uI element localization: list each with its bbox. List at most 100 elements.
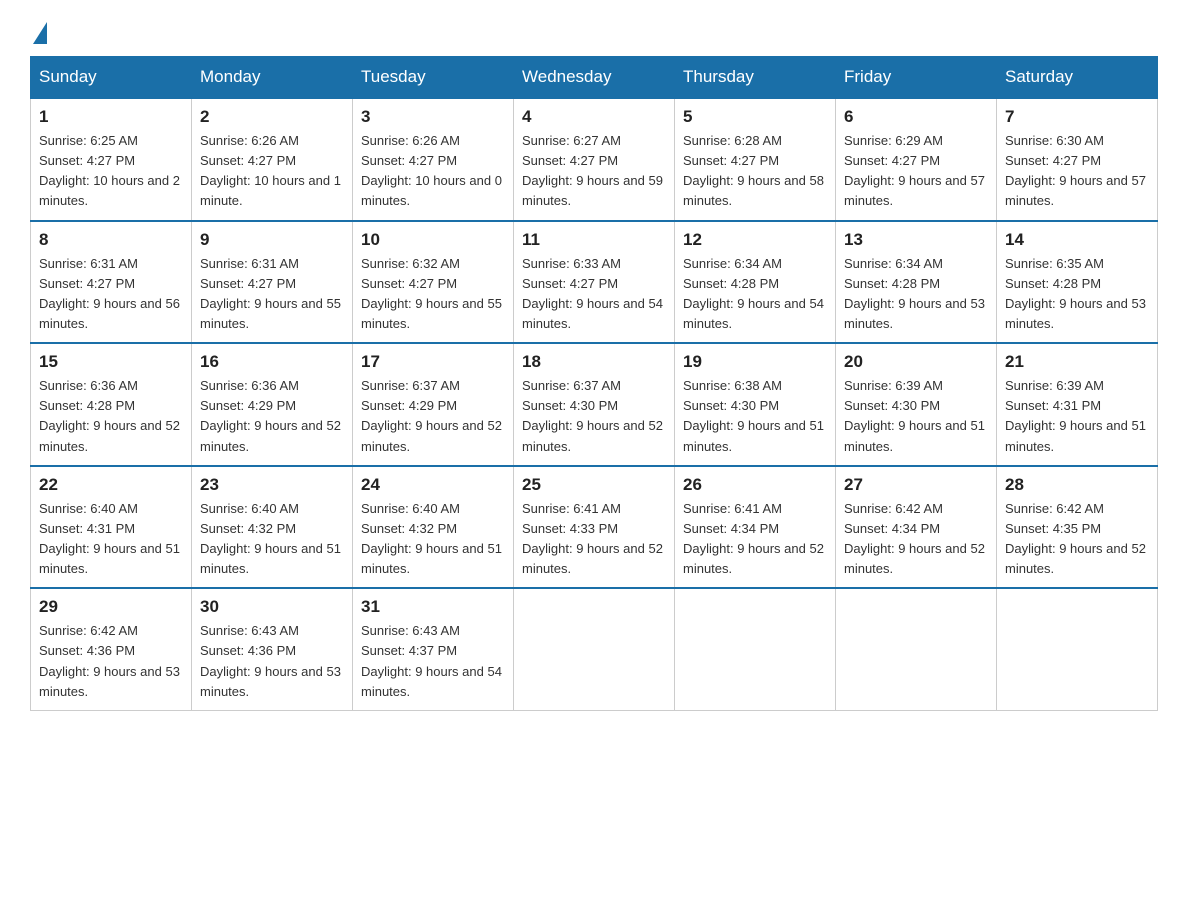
calendar-cell: 11 Sunrise: 6:33 AM Sunset: 4:27 PM Dayl… xyxy=(514,221,675,344)
day-info: Sunrise: 6:34 AM Sunset: 4:28 PM Dayligh… xyxy=(844,254,988,335)
day-info: Sunrise: 6:42 AM Sunset: 4:35 PM Dayligh… xyxy=(1005,499,1149,580)
day-number: 21 xyxy=(1005,352,1149,372)
calendar-cell: 4 Sunrise: 6:27 AM Sunset: 4:27 PM Dayli… xyxy=(514,98,675,221)
day-number: 6 xyxy=(844,107,988,127)
calendar-cell: 9 Sunrise: 6:31 AM Sunset: 4:27 PM Dayli… xyxy=(192,221,353,344)
day-info: Sunrise: 6:39 AM Sunset: 4:31 PM Dayligh… xyxy=(1005,376,1149,457)
calendar-cell: 26 Sunrise: 6:41 AM Sunset: 4:34 PM Dayl… xyxy=(675,466,836,589)
calendar-cell: 20 Sunrise: 6:39 AM Sunset: 4:30 PM Dayl… xyxy=(836,343,997,466)
calendar-cell: 13 Sunrise: 6:34 AM Sunset: 4:28 PM Dayl… xyxy=(836,221,997,344)
day-info: Sunrise: 6:42 AM Sunset: 4:34 PM Dayligh… xyxy=(844,499,988,580)
day-info: Sunrise: 6:36 AM Sunset: 4:29 PM Dayligh… xyxy=(200,376,344,457)
day-info: Sunrise: 6:27 AM Sunset: 4:27 PM Dayligh… xyxy=(522,131,666,212)
calendar-cell: 14 Sunrise: 6:35 AM Sunset: 4:28 PM Dayl… xyxy=(997,221,1158,344)
day-number: 1 xyxy=(39,107,183,127)
calendar-week-row: 22 Sunrise: 6:40 AM Sunset: 4:31 PM Dayl… xyxy=(31,466,1158,589)
day-info: Sunrise: 6:37 AM Sunset: 4:29 PM Dayligh… xyxy=(361,376,505,457)
logo-triangle-icon xyxy=(33,22,47,44)
calendar-cell xyxy=(836,588,997,710)
calendar-cell: 21 Sunrise: 6:39 AM Sunset: 4:31 PM Dayl… xyxy=(997,343,1158,466)
calendar-cell: 19 Sunrise: 6:38 AM Sunset: 4:30 PM Dayl… xyxy=(675,343,836,466)
day-info: Sunrise: 6:41 AM Sunset: 4:33 PM Dayligh… xyxy=(522,499,666,580)
day-info: Sunrise: 6:40 AM Sunset: 4:32 PM Dayligh… xyxy=(200,499,344,580)
calendar-cell: 24 Sunrise: 6:40 AM Sunset: 4:32 PM Dayl… xyxy=(353,466,514,589)
day-info: Sunrise: 6:36 AM Sunset: 4:28 PM Dayligh… xyxy=(39,376,183,457)
calendar-cell: 22 Sunrise: 6:40 AM Sunset: 4:31 PM Dayl… xyxy=(31,466,192,589)
calendar-header-monday: Monday xyxy=(192,57,353,99)
day-info: Sunrise: 6:35 AM Sunset: 4:28 PM Dayligh… xyxy=(1005,254,1149,335)
day-info: Sunrise: 6:33 AM Sunset: 4:27 PM Dayligh… xyxy=(522,254,666,335)
day-info: Sunrise: 6:39 AM Sunset: 4:30 PM Dayligh… xyxy=(844,376,988,457)
calendar-cell: 17 Sunrise: 6:37 AM Sunset: 4:29 PM Dayl… xyxy=(353,343,514,466)
day-info: Sunrise: 6:29 AM Sunset: 4:27 PM Dayligh… xyxy=(844,131,988,212)
day-number: 5 xyxy=(683,107,827,127)
day-number: 12 xyxy=(683,230,827,250)
day-number: 9 xyxy=(200,230,344,250)
calendar-cell: 2 Sunrise: 6:26 AM Sunset: 4:27 PM Dayli… xyxy=(192,98,353,221)
day-info: Sunrise: 6:43 AM Sunset: 4:37 PM Dayligh… xyxy=(361,621,505,702)
logo xyxy=(30,20,47,36)
calendar-cell: 27 Sunrise: 6:42 AM Sunset: 4:34 PM Dayl… xyxy=(836,466,997,589)
day-number: 19 xyxy=(683,352,827,372)
calendar-cell xyxy=(997,588,1158,710)
calendar-cell: 12 Sunrise: 6:34 AM Sunset: 4:28 PM Dayl… xyxy=(675,221,836,344)
day-info: Sunrise: 6:26 AM Sunset: 4:27 PM Dayligh… xyxy=(200,131,344,212)
calendar-cell: 23 Sunrise: 6:40 AM Sunset: 4:32 PM Dayl… xyxy=(192,466,353,589)
calendar-header-sunday: Sunday xyxy=(31,57,192,99)
day-info: Sunrise: 6:26 AM Sunset: 4:27 PM Dayligh… xyxy=(361,131,505,212)
calendar-header-row: SundayMondayTuesdayWednesdayThursdayFrid… xyxy=(31,57,1158,99)
day-info: Sunrise: 6:31 AM Sunset: 4:27 PM Dayligh… xyxy=(39,254,183,335)
day-number: 22 xyxy=(39,475,183,495)
day-info: Sunrise: 6:41 AM Sunset: 4:34 PM Dayligh… xyxy=(683,499,827,580)
calendar-cell: 5 Sunrise: 6:28 AM Sunset: 4:27 PM Dayli… xyxy=(675,98,836,221)
calendar-week-row: 8 Sunrise: 6:31 AM Sunset: 4:27 PM Dayli… xyxy=(31,221,1158,344)
day-number: 15 xyxy=(39,352,183,372)
calendar-header-tuesday: Tuesday xyxy=(353,57,514,99)
calendar-cell: 18 Sunrise: 6:37 AM Sunset: 4:30 PM Dayl… xyxy=(514,343,675,466)
calendar-week-row: 1 Sunrise: 6:25 AM Sunset: 4:27 PM Dayli… xyxy=(31,98,1158,221)
day-info: Sunrise: 6:42 AM Sunset: 4:36 PM Dayligh… xyxy=(39,621,183,702)
day-number: 4 xyxy=(522,107,666,127)
calendar-cell: 8 Sunrise: 6:31 AM Sunset: 4:27 PM Dayli… xyxy=(31,221,192,344)
calendar-cell: 7 Sunrise: 6:30 AM Sunset: 4:27 PM Dayli… xyxy=(997,98,1158,221)
day-info: Sunrise: 6:40 AM Sunset: 4:32 PM Dayligh… xyxy=(361,499,505,580)
calendar-cell: 28 Sunrise: 6:42 AM Sunset: 4:35 PM Dayl… xyxy=(997,466,1158,589)
day-number: 8 xyxy=(39,230,183,250)
calendar-header-wednesday: Wednesday xyxy=(514,57,675,99)
day-number: 20 xyxy=(844,352,988,372)
calendar-table: SundayMondayTuesdayWednesdayThursdayFrid… xyxy=(30,56,1158,711)
day-number: 17 xyxy=(361,352,505,372)
calendar-week-row: 29 Sunrise: 6:42 AM Sunset: 4:36 PM Dayl… xyxy=(31,588,1158,710)
day-number: 31 xyxy=(361,597,505,617)
day-number: 25 xyxy=(522,475,666,495)
calendar-cell: 31 Sunrise: 6:43 AM Sunset: 4:37 PM Dayl… xyxy=(353,588,514,710)
calendar-cell xyxy=(675,588,836,710)
day-info: Sunrise: 6:43 AM Sunset: 4:36 PM Dayligh… xyxy=(200,621,344,702)
calendar-cell: 6 Sunrise: 6:29 AM Sunset: 4:27 PM Dayli… xyxy=(836,98,997,221)
calendar-cell: 3 Sunrise: 6:26 AM Sunset: 4:27 PM Dayli… xyxy=(353,98,514,221)
day-number: 24 xyxy=(361,475,505,495)
day-number: 2 xyxy=(200,107,344,127)
day-number: 30 xyxy=(200,597,344,617)
page-header xyxy=(30,20,1158,36)
day-number: 23 xyxy=(200,475,344,495)
day-info: Sunrise: 6:37 AM Sunset: 4:30 PM Dayligh… xyxy=(522,376,666,457)
calendar-cell xyxy=(514,588,675,710)
calendar-header-friday: Friday xyxy=(836,57,997,99)
day-number: 10 xyxy=(361,230,505,250)
day-number: 26 xyxy=(683,475,827,495)
calendar-cell: 30 Sunrise: 6:43 AM Sunset: 4:36 PM Dayl… xyxy=(192,588,353,710)
day-info: Sunrise: 6:31 AM Sunset: 4:27 PM Dayligh… xyxy=(200,254,344,335)
day-number: 11 xyxy=(522,230,666,250)
day-info: Sunrise: 6:40 AM Sunset: 4:31 PM Dayligh… xyxy=(39,499,183,580)
day-info: Sunrise: 6:30 AM Sunset: 4:27 PM Dayligh… xyxy=(1005,131,1149,212)
calendar-cell: 16 Sunrise: 6:36 AM Sunset: 4:29 PM Dayl… xyxy=(192,343,353,466)
calendar-week-row: 15 Sunrise: 6:36 AM Sunset: 4:28 PM Dayl… xyxy=(31,343,1158,466)
day-info: Sunrise: 6:28 AM Sunset: 4:27 PM Dayligh… xyxy=(683,131,827,212)
calendar-cell: 15 Sunrise: 6:36 AM Sunset: 4:28 PM Dayl… xyxy=(31,343,192,466)
calendar-header-saturday: Saturday xyxy=(997,57,1158,99)
calendar-cell: 29 Sunrise: 6:42 AM Sunset: 4:36 PM Dayl… xyxy=(31,588,192,710)
day-info: Sunrise: 6:34 AM Sunset: 4:28 PM Dayligh… xyxy=(683,254,827,335)
day-number: 3 xyxy=(361,107,505,127)
day-info: Sunrise: 6:32 AM Sunset: 4:27 PM Dayligh… xyxy=(361,254,505,335)
